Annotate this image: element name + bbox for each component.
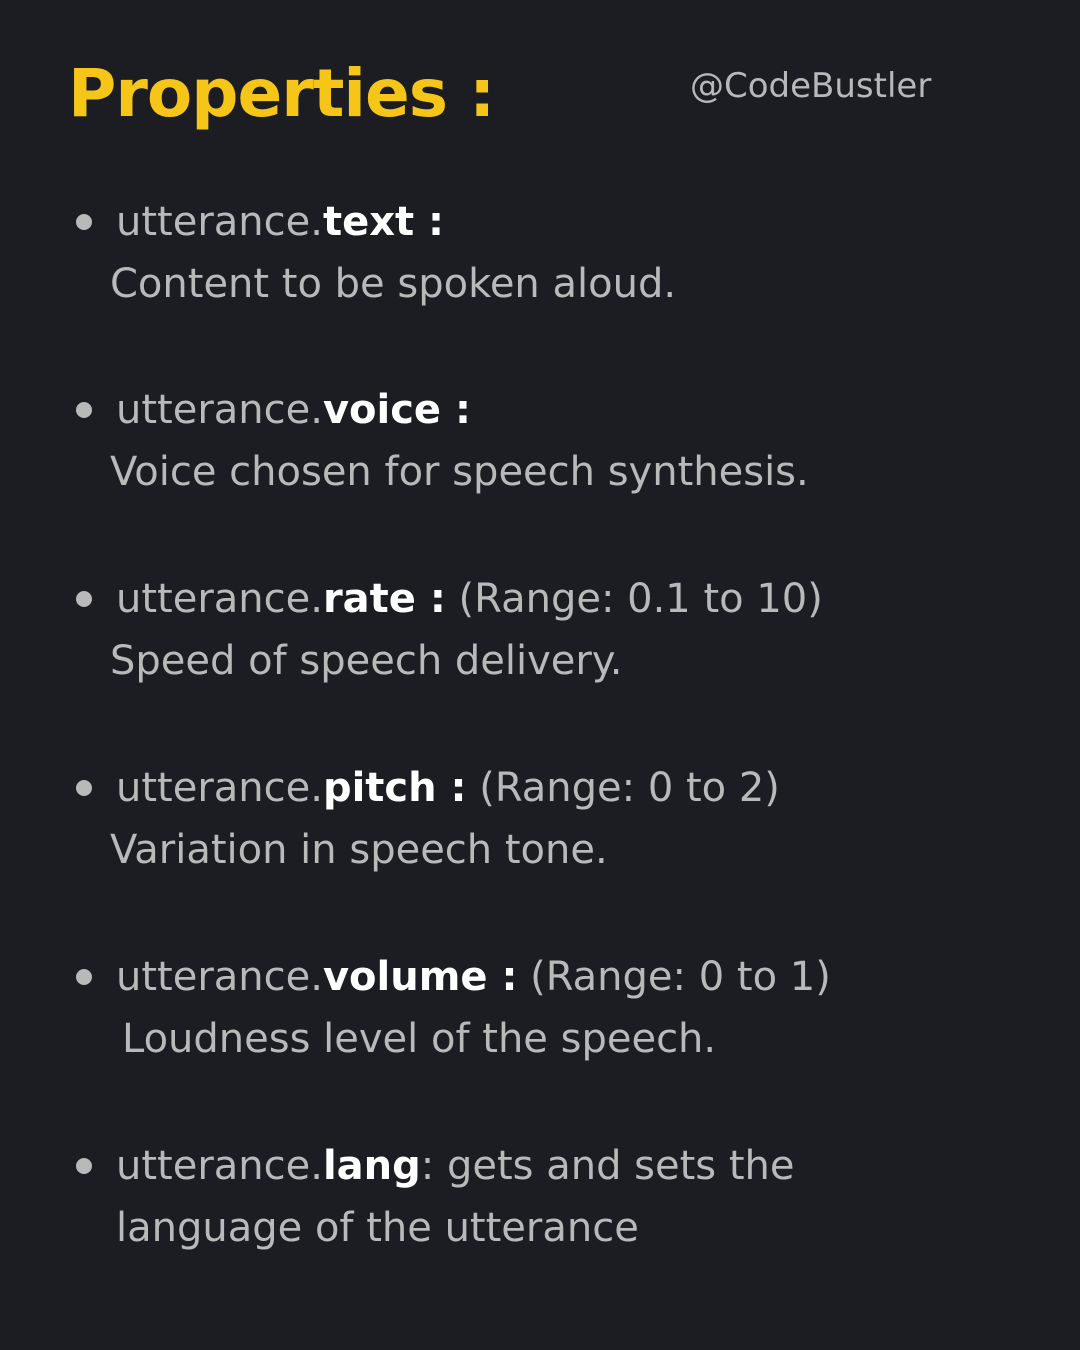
property-key: volume <box>322 954 488 1000</box>
property-colon: : <box>415 576 446 622</box>
property-key: text <box>322 199 415 245</box>
property-item-lang: utterance.lang: gets and sets the langua… <box>0 1138 1080 1288</box>
property-item-voice: utterance.voice : Voice chosen for speec… <box>0 382 1080 532</box>
bullet-icon <box>76 1158 92 1174</box>
property-description: Voice chosen for speech synthesis. <box>110 449 809 495</box>
bullet-icon <box>76 214 92 230</box>
property-signature: utterance.pitch : (Range: 0 to 2) <box>116 760 780 816</box>
property-item-text: utterance.text : Content to be spoken al… <box>0 194 1080 344</box>
bullet-icon <box>76 969 92 985</box>
property-item-rate: utterance.rate : (Range: 0.1 to 10) Spee… <box>0 571 1080 721</box>
bullet-icon <box>76 402 92 418</box>
property-signature: utterance.lang: gets and sets the <box>116 1138 795 1194</box>
property-prefix: utterance. <box>116 1143 323 1189</box>
property-description: Loudness level of the speech. <box>122 1016 717 1062</box>
property-item-pitch: utterance.pitch : (Range: 0 to 2) Variat… <box>0 760 1080 910</box>
property-key: voice <box>322 387 442 433</box>
property-colon: : <box>436 765 467 811</box>
property-colon: : <box>487 954 518 1000</box>
page-title: Properties : <box>68 55 495 132</box>
property-prefix: utterance. <box>116 199 323 245</box>
property-prefix: utterance. <box>116 576 323 622</box>
property-key: rate <box>322 576 416 622</box>
property-description: Speed of speech delivery. <box>110 638 623 684</box>
property-range: (Range: 0 to 1) <box>517 954 831 1000</box>
property-prefix: utterance. <box>116 954 323 1000</box>
property-signature: utterance.text : <box>116 194 444 250</box>
property-colon: : <box>420 1143 435 1189</box>
property-description: language of the utterance <box>116 1205 639 1251</box>
property-prefix: utterance. <box>116 765 323 811</box>
property-range: (Range: 0.1 to 10) <box>445 576 823 622</box>
author-handle: @CodeBustler <box>690 66 932 106</box>
property-range: (Range: 0 to 2) <box>466 765 780 811</box>
property-colon: : <box>414 199 445 245</box>
property-colon: : <box>441 387 471 433</box>
property-key: lang <box>322 1143 421 1189</box>
property-item-volume: utterance.volume : (Range: 0 to 1) Loudn… <box>0 949 1080 1099</box>
property-description: Content to be spoken aloud. <box>110 261 677 307</box>
property-summary: gets and sets the <box>434 1143 795 1189</box>
property-prefix: utterance. <box>116 387 323 433</box>
bullet-icon <box>76 591 92 607</box>
property-description: Variation in speech tone. <box>110 827 608 873</box>
property-key: pitch <box>322 765 437 811</box>
property-signature: utterance.volume : (Range: 0 to 1) <box>116 949 831 1005</box>
slide: Properties : @CodeBustler utterance.text… <box>0 0 1080 1350</box>
property-signature: utterance.rate : (Range: 0.1 to 10) <box>116 571 823 627</box>
bullet-icon <box>76 780 92 796</box>
property-signature: utterance.voice : <box>116 382 471 438</box>
